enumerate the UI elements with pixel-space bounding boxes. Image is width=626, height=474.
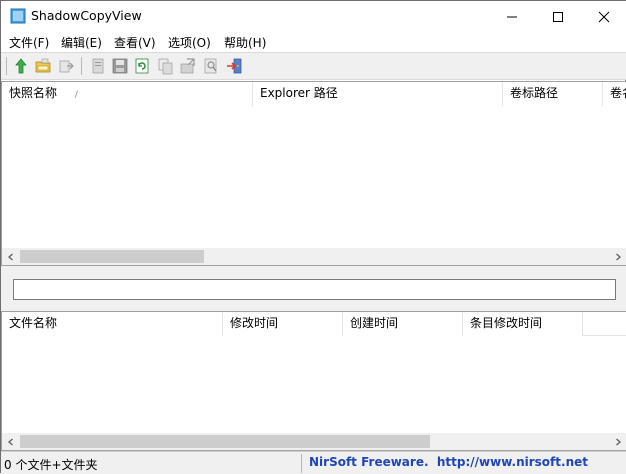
column-header-volume-name[interactable]: 卷名	[603, 82, 626, 106]
menu-edit[interactable]: 编辑(E)	[61, 34, 102, 51]
status-bar: 0 个文件+文件夹 NirSoft Freeware. http://www.n…	[1, 451, 626, 474]
maximize-icon	[553, 11, 563, 22]
open-folder-icon[interactable]	[34, 57, 52, 75]
menu-file[interactable]: 文件(F)	[9, 34, 49, 51]
column-header-created-time[interactable]: 创建时间	[343, 312, 463, 336]
chevron-right-icon	[615, 438, 621, 445]
maximize-button[interactable]	[535, 1, 581, 32]
toolbar-separator	[81, 57, 82, 75]
scroll-thumb[interactable]	[20, 250, 204, 263]
close-button[interactable]	[581, 1, 626, 32]
column-label: 快照名称	[9, 86, 58, 100]
snapshot-list-header: 快照名称 / Explorer 路径 卷标路径 卷名	[2, 82, 626, 106]
current-path-field[interactable]	[13, 279, 616, 300]
scroll-right-button[interactable]	[609, 433, 626, 450]
menu-view[interactable]: 查看(V)	[114, 34, 156, 51]
scroll-left-button[interactable]	[2, 433, 19, 450]
up-arrow-icon[interactable]	[12, 57, 30, 75]
toolbar	[1, 52, 626, 80]
column-header-modified-time[interactable]: 修改时间	[223, 312, 343, 336]
column-header-snapshot-name[interactable]: 快照名称 /	[2, 82, 253, 106]
refresh-icon[interactable]	[133, 57, 151, 75]
exit-icon[interactable]	[226, 57, 244, 75]
item-count: 0 个文件+文件夹	[4, 458, 98, 472]
export-icon[interactable]	[57, 57, 75, 75]
copy-icon[interactable]	[156, 57, 174, 75]
toolbar-separator	[6, 57, 7, 75]
copy-file-icon[interactable]	[89, 57, 107, 75]
minimize-button[interactable]	[489, 1, 535, 32]
find-icon[interactable]	[202, 57, 220, 75]
horizontal-scrollbar[interactable]	[2, 248, 626, 265]
column-header-volume-path[interactable]: 卷标路径	[503, 82, 603, 106]
column-header-file-name[interactable]: 文件名称	[2, 312, 223, 336]
properties-icon[interactable]	[179, 57, 197, 75]
path-panel	[1, 266, 626, 311]
scroll-left-button[interactable]	[2, 248, 19, 265]
save-icon[interactable]	[111, 57, 129, 75]
status-divider	[301, 454, 302, 473]
chevron-right-icon	[615, 253, 621, 260]
chevron-left-icon	[7, 253, 13, 260]
menu-options[interactable]: 选项(O)	[168, 34, 211, 51]
nirsoft-link[interactable]: NirSoft Freeware. http://www.nirsoft.net	[309, 455, 588, 469]
app-icon	[10, 8, 26, 24]
chevron-left-icon	[7, 438, 13, 445]
window-title: ShadowCopyView	[31, 8, 142, 23]
menu-bar: 文件(F) 编辑(E) 查看(V) 选项(O) 帮助(H)	[1, 32, 626, 52]
minimize-icon	[507, 16, 517, 17]
menu-help[interactable]: 帮助(H)	[224, 34, 266, 51]
scroll-thumb[interactable]	[20, 435, 430, 448]
sort-indicator: /	[74, 90, 78, 100]
file-list[interactable]: 文件名称 修改时间 创建时间 条目修改时间	[1, 311, 626, 451]
file-list-header: 文件名称 修改时间 创建时间 条目修改时间	[2, 312, 626, 336]
snapshot-list[interactable]: 快照名称 / Explorer 路径 卷标路径 卷名	[1, 81, 626, 266]
close-icon	[598, 11, 610, 22]
app-window: ShadowCopyView 文件(F) 编辑(E) 查看(V) 选项(O) 帮…	[0, 0, 626, 474]
column-header-explorer-path[interactable]: Explorer 路径	[253, 82, 503, 106]
horizontal-scrollbar[interactable]	[2, 433, 626, 450]
title-bar[interactable]: ShadowCopyView	[1, 1, 626, 32]
scroll-right-button[interactable]	[609, 248, 626, 265]
column-header-entry-modified-time[interactable]: 条目修改时间	[463, 312, 583, 336]
